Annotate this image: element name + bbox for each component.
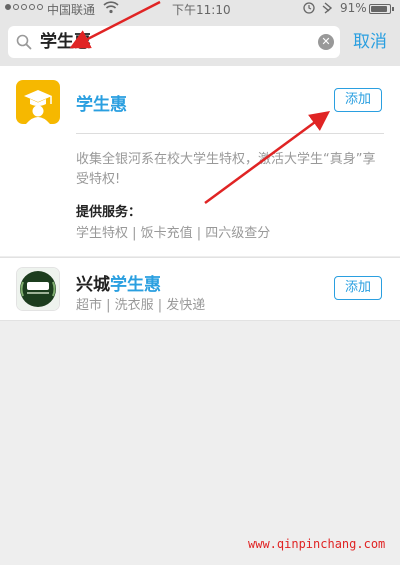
status-icons [303,0,337,19]
app-name-prefix: 兴城 [76,275,110,295]
wifi-icon [103,0,119,17]
services-list: 学生特权 | 饭卡充值 | 四六级查分 [76,226,271,241]
battery-icon [369,4,391,14]
status-bar: 中国联通 下午11:10 91% [0,0,400,18]
add-button[interactable]: 添加 [334,88,382,112]
watermark: www.qinpinchang.com [248,537,386,551]
app-name-highlight: 学生惠 [110,275,161,295]
student-app-icon [16,80,60,124]
search-header: 中国联通 下午11:10 91% 学生惠 ✕ 取消 [0,0,400,66]
cancel-button[interactable]: 取消 [353,31,387,53]
clock: 下午11:10 [172,3,231,17]
search-input[interactable]: 学生惠 [40,30,91,54]
divider [76,133,384,134]
app-name[interactable]: 学生惠 [76,90,127,115]
carrier-label: 中国联通 [47,3,96,17]
search-box[interactable]: 学生惠 ✕ [8,26,340,58]
search-icon [16,34,32,50]
battery-tip [392,7,394,11]
app-name[interactable]: 兴城学生惠 [76,270,161,295]
signal-dots-icon [5,4,43,10]
battery-percent: 91% [340,1,367,15]
xingcheng-app-icon [16,267,60,311]
app-description: 收集全银河系在校大学生特权，激活大学生“真身”享受特权! [76,152,376,187]
services-title: 提供服务： [76,205,142,220]
app-tags: 超市 | 洗衣服 | 发快递 [76,298,206,313]
search-result-item[interactable]: 学生惠 添加 收集全银河系在校大学生特权，激活大学生“真身”享受特权! 提供服务… [0,66,400,256]
add-button[interactable]: 添加 [334,276,382,300]
clear-search-icon[interactable]: ✕ [318,34,334,50]
search-result-item[interactable]: 兴城学生惠 超市 | 洗衣服 | 发快递 添加 [0,257,400,321]
